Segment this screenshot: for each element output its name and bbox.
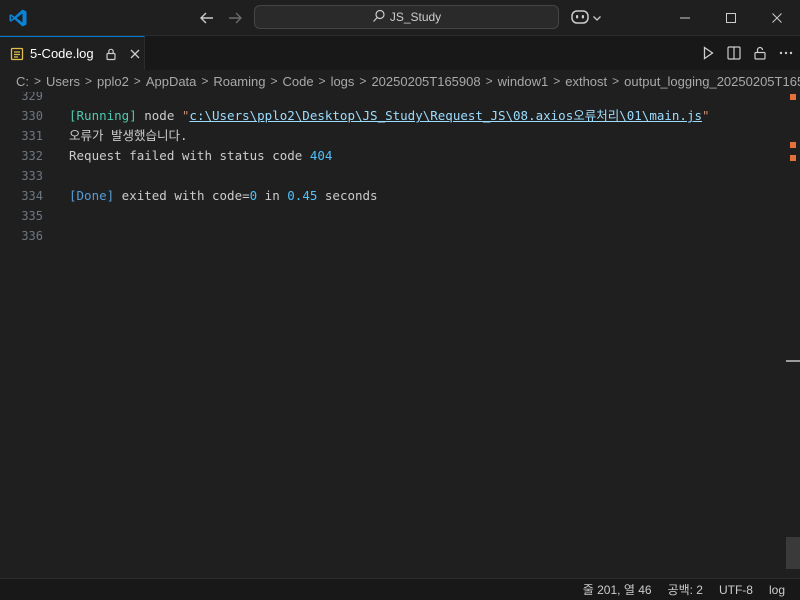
editor-area[interactable]: 329 330 [Running] node "c:\Users\pplo2\D… (0, 92, 800, 578)
overview-ruler-marker (790, 142, 796, 148)
node-text: node (136, 108, 182, 123)
command-center-search[interactable]: JS_Study (254, 5, 559, 29)
code-line: 331 오류가 발생했습니다. (0, 126, 780, 146)
quote-close: " (702, 108, 710, 123)
forward-arrow-icon[interactable] (224, 7, 246, 29)
language-mode[interactable]: log (769, 583, 785, 597)
cursor-position[interactable]: 줄 201, 열 46 (583, 581, 652, 598)
breadcrumb-item[interactable]: output_logging_20250205T165913 (624, 74, 800, 89)
code-line: 336 (0, 226, 780, 246)
chevron-right-icon: > (359, 74, 367, 88)
close-tab-icon[interactable] (128, 47, 142, 61)
breadcrumb: C: > Users > pplo2 > AppData > Roaming >… (0, 70, 800, 92)
chevron-right-icon: > (34, 74, 42, 88)
breadcrumb-item[interactable]: AppData (146, 74, 197, 89)
elapsed-seconds: 0.45 (287, 188, 318, 203)
tab-bar: 5-Code.log (0, 36, 800, 70)
code-line: 335 (0, 206, 780, 226)
code-line: 334 [Done] exited with code=0 in 0.45 se… (0, 186, 780, 206)
close-icon (772, 12, 782, 23)
chevron-right-icon: > (553, 74, 561, 88)
vertical-scrollbar-thumb[interactable] (786, 537, 800, 569)
exit-text: exited with code= (114, 188, 250, 203)
breadcrumb-item[interactable]: C: (16, 74, 29, 89)
chevron-right-icon: > (133, 74, 141, 88)
unlock-icon[interactable] (752, 45, 768, 61)
code-text: [Done] exited with code=0 in 0.45 second… (69, 186, 378, 206)
line-number: 331 (21, 129, 43, 143)
tab-5-code-log[interactable]: 5-Code.log (0, 36, 145, 70)
breadcrumb-item[interactable]: 20250205T165908 (371, 74, 480, 89)
tab-label: 5-Code.log (30, 46, 94, 61)
in-text: in (257, 188, 288, 203)
more-actions-icon[interactable] (778, 45, 794, 61)
command-center-label: JS_Study (389, 10, 442, 24)
lock-icon[interactable] (104, 47, 118, 61)
code-text: 오류가 발생했습니다. (69, 128, 188, 143)
overview-ruler-marker (790, 94, 796, 100)
breadcrumb-item[interactable]: logs (331, 74, 355, 89)
log-file-icon (10, 47, 24, 61)
back-arrow-icon[interactable] (196, 7, 218, 29)
chevron-right-icon: > (485, 74, 493, 88)
chevron-right-icon: > (612, 74, 620, 88)
breadcrumb-item[interactable]: exthost (565, 74, 607, 89)
line-number: 335 (21, 209, 43, 223)
line-number: 329 (21, 92, 43, 103)
indentation[interactable]: 공백: 2 (668, 581, 703, 598)
search-icon (372, 9, 386, 26)
code-text: [Running] node "c:\Users\pplo2\Desktop\J… (69, 106, 710, 126)
copilot-icon (570, 8, 590, 29)
breadcrumb-item[interactable]: Code (282, 74, 313, 89)
code-line: 333 (0, 166, 780, 186)
status-bar: 줄 201, 열 46 공백: 2 UTF-8 log (0, 578, 800, 600)
chevron-down-icon (592, 11, 602, 26)
breadcrumb-item[interactable]: Roaming (213, 74, 265, 89)
editor-actions (700, 36, 794, 70)
chevron-right-icon: > (84, 74, 92, 88)
minimize-icon (680, 17, 690, 18)
maximize-button[interactable] (708, 0, 754, 35)
run-icon[interactable] (700, 45, 716, 61)
file-path-link[interactable]: c:\Users\pplo2\Desktop\JS_Study\Request_… (189, 108, 702, 123)
copilot-menu-button[interactable] (570, 8, 604, 28)
minimize-button[interactable] (662, 0, 708, 35)
vscode-logo-icon[interactable] (8, 8, 28, 28)
code-line: 330 [Running] node "c:\Users\pplo2\Deskt… (0, 106, 780, 126)
done-tag: [Done] (69, 188, 115, 203)
overview-ruler-marker (790, 155, 796, 161)
line-number: 334 (21, 189, 43, 203)
overview-ruler-cursor (786, 360, 800, 362)
title-bar: JS_Study (0, 0, 800, 36)
line-number: 332 (21, 149, 43, 163)
close-window-button[interactable] (754, 0, 800, 35)
maximize-icon (726, 12, 736, 23)
breadcrumb-item[interactable]: pplo2 (97, 74, 129, 89)
breadcrumb-item[interactable]: Users (46, 74, 80, 89)
chevron-right-icon: > (318, 74, 326, 88)
breadcrumb-item[interactable]: window1 (498, 74, 549, 89)
chevron-right-icon: > (270, 74, 278, 88)
error-message: Request failed with status code (69, 148, 310, 163)
code-line: 332 Request failed with status code 404 (0, 146, 780, 166)
seconds-label: seconds (317, 188, 378, 203)
running-tag: [Running] (69, 108, 137, 123)
line-number: 336 (21, 229, 43, 243)
line-number: 333 (21, 169, 43, 183)
code-text: Request failed with status code 404 (69, 146, 332, 166)
encoding[interactable]: UTF-8 (719, 583, 753, 597)
code-line: 329 (0, 92, 780, 106)
line-number: 330 (21, 109, 43, 123)
chevron-right-icon: > (201, 74, 209, 88)
split-editor-icon[interactable] (726, 45, 742, 61)
status-code: 404 (309, 148, 333, 163)
